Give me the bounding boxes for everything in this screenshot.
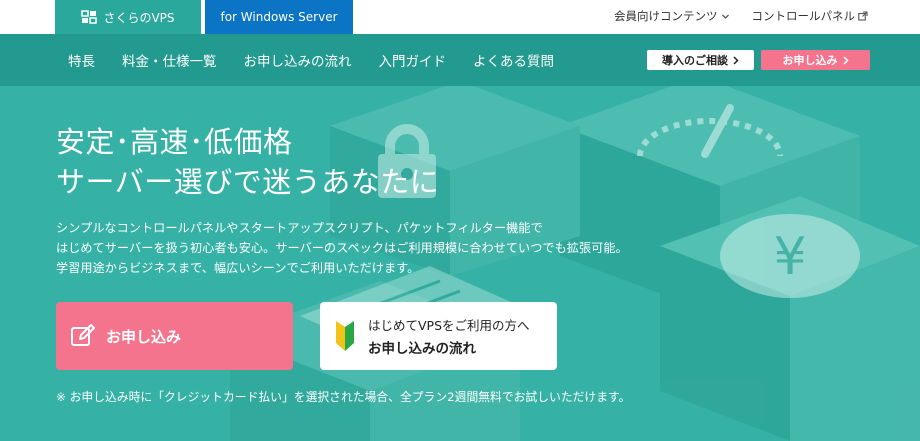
apply-flow-button[interactable]: はじめてVPSをご利用の方へ お申し込みの流れ — [320, 302, 557, 370]
hero-description: シンプルなコントロールパネルやスタートアップスクリプト、パケットフィルター機能で… — [56, 218, 628, 278]
hero-desc-line2: はじめてサーバーを扱う初心者も安心。サーバーのスペックはご利用規模に合わせていつ… — [56, 241, 628, 255]
apply-flow-line1: はじめてVPSをご利用の方へ — [368, 318, 530, 333]
free-trial-note: ※ お申し込み時に「クレジットカード払い」を選択された場合、全プラン2週間無料で… — [56, 390, 631, 404]
brand-tab-vps[interactable]: さくらのVPS — [55, 0, 201, 34]
top-links: 会員向けコンテンツ コントロールパネル — [614, 8, 868, 24]
hero-title: 安定･高速･低価格 サーバー選びで迷うあなたに — [56, 122, 439, 202]
hero-title-line2: サーバー選びで迷うあなたに — [56, 165, 440, 199]
hero-apply-button[interactable]: お申し込み — [56, 302, 293, 370]
hero-section: ¥ 安定･高速･低価格 サーバー選びで迷うあなたに シンプルなコントロールパネル… — [0, 86, 920, 441]
member-content-link[interactable]: 会員向けコンテンツ — [614, 8, 730, 24]
apply-flow-line2: お申し込みの流れ — [368, 341, 476, 357]
control-panel-label: コントロールパネル — [751, 9, 856, 23]
nav-apply-button[interactable]: お申し込み — [761, 50, 870, 70]
yen-icon: ¥ — [720, 214, 860, 298]
nav-item-features[interactable]: 特長 — [68, 50, 95, 70]
control-panel-link[interactable]: コントロールパネル — [752, 8, 869, 24]
nav-item-faq[interactable]: よくある質問 — [473, 50, 554, 70]
chevron-right-icon — [842, 55, 849, 65]
sakura-logo-icon — [81, 10, 98, 24]
external-link-icon — [858, 11, 868, 21]
nav-item-apply-flow[interactable]: お申し込みの流れ — [244, 50, 352, 70]
member-content-label: 会員向けコンテンツ — [614, 9, 718, 23]
chevron-down-icon — [721, 14, 729, 19]
nav-apply-button-label: お申し込み — [782, 54, 838, 67]
consult-button[interactable]: 導入のご相談 — [647, 50, 754, 70]
beginner-mark-icon — [336, 321, 354, 351]
hero-title-line1: 安定･高速･低価格 — [56, 125, 293, 159]
edit-icon — [71, 324, 95, 346]
windows-server-tab[interactable]: for Windows Server — [205, 0, 353, 34]
top-bar: さくらのVPS for Windows Server 会員向けコンテンツ コント… — [0, 0, 920, 34]
brand-label: さくらのVPS — [103, 10, 175, 25]
hero-desc-line3: 学習用途からビジネスまで、幅広いシーンでご利用いただけます。 — [56, 261, 420, 275]
nav-item-guide[interactable]: 入門ガイド — [379, 50, 447, 70]
consult-button-label: 導入のご相談 — [662, 54, 728, 67]
svg-text:¥: ¥ — [773, 227, 806, 287]
chevron-right-icon — [733, 55, 739, 65]
hero-desc-line1: シンプルなコントロールパネルやスタートアップスクリプト、パケットフィルター機能で — [56, 221, 543, 235]
nav-item-pricing[interactable]: 料金・仕様一覧 — [122, 50, 217, 70]
hero-apply-label: お申し込み — [106, 327, 182, 346]
